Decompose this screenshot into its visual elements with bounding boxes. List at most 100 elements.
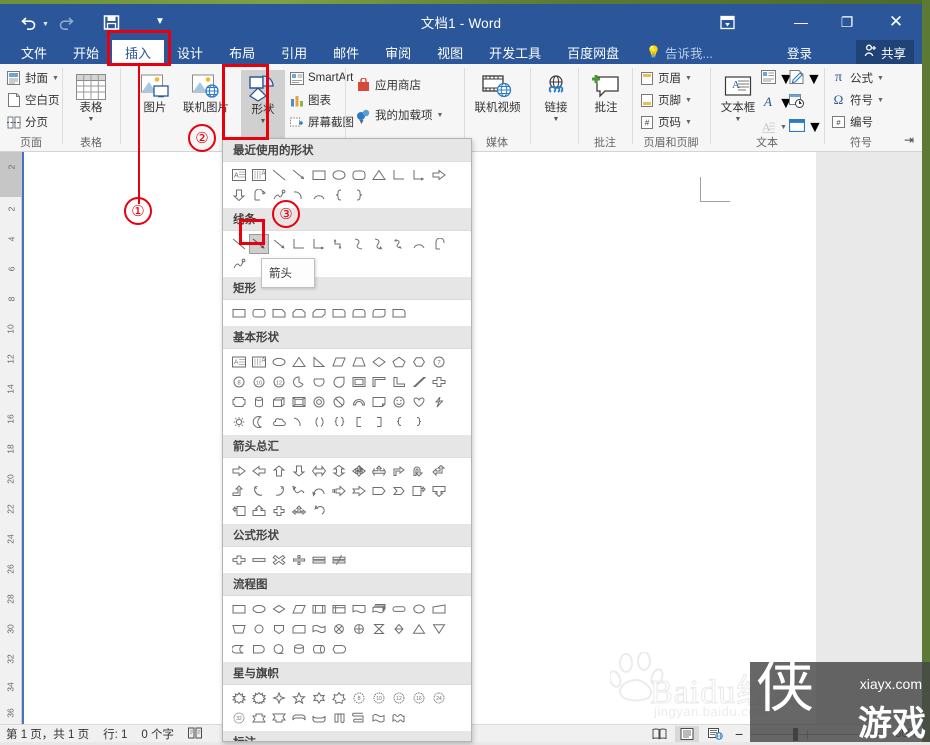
- equation-button[interactable]: π 公式 ▼: [831, 69, 884, 87]
- shapes-caret[interactable]: ▼: [260, 118, 267, 126]
- shape-rect-snip-diagonal[interactable]: [309, 303, 329, 323]
- shape-star-12[interactable]: 12: [389, 688, 409, 708]
- signature-caret[interactable]: ▼: [806, 71, 822, 89]
- shape-chevron[interactable]: [389, 481, 409, 501]
- shape-arrow-tee[interactable]: [369, 461, 389, 481]
- shape-rect-round-single[interactable]: [329, 303, 349, 323]
- shape-arrow-left-up[interactable]: [429, 461, 449, 481]
- shape-donut[interactable]: [309, 392, 329, 412]
- new-comment-button[interactable]: 批注: [582, 70, 630, 115]
- flowchart-manual-input[interactable]: [429, 599, 449, 619]
- tab-mailings[interactable]: 邮件: [320, 40, 372, 64]
- shape-half-frame[interactable]: [369, 372, 389, 392]
- symbol-caret[interactable]: ▼: [877, 97, 884, 104]
- shape-pie[interactable]: [289, 372, 309, 392]
- shape-folded-corner[interactable]: [369, 392, 389, 412]
- shape-explosion-2[interactable]: [249, 688, 269, 708]
- chart-button[interactable]: 图表: [289, 91, 331, 109]
- footer-caret[interactable]: ▼: [685, 97, 692, 104]
- flowchart-or[interactable]: [349, 619, 369, 639]
- shape-up-ribbon[interactable]: [249, 708, 269, 728]
- shape-arrow-notched-right[interactable]: [349, 481, 369, 501]
- cover-page-button[interactable]: 封面 ▼: [6, 69, 59, 87]
- shape-star-24[interactable]: 24: [429, 688, 449, 708]
- shape-heptagon[interactable]: 7: [429, 352, 449, 372]
- tab-baidu-netdisk[interactable]: 百度网盘: [554, 40, 632, 64]
- number-button[interactable]: # 编号: [831, 113, 873, 131]
- flowchart-collate[interactable]: [369, 619, 389, 639]
- shape-right-bracket[interactable]: [369, 412, 389, 432]
- flowchart-decision[interactable]: [269, 599, 289, 619]
- shape-arc[interactable]: [289, 185, 309, 205]
- shape-heart[interactable]: [409, 392, 429, 412]
- shape-curved-down-ribbon[interactable]: [309, 708, 329, 728]
- symbol-button[interactable]: Ω 符号 ▼: [831, 91, 884, 109]
- shape-vertical-scroll[interactable]: [329, 708, 349, 728]
- shape-down-arrow[interactable]: [229, 185, 249, 205]
- shape-down-ribbon[interactable]: [269, 708, 289, 728]
- tab-home[interactable]: 开始: [60, 40, 112, 64]
- shape-curved-up-ribbon[interactable]: [289, 708, 309, 728]
- shape-diagonal-stripe[interactable]: [409, 372, 429, 392]
- word-count-status[interactable]: 0 个字: [141, 726, 174, 742]
- footer-button[interactable]: 页脚 ▼: [639, 91, 692, 109]
- shape-dodecagon[interactable]: 12: [269, 372, 289, 392]
- shape-curve[interactable]: [409, 234, 429, 254]
- tab-insert[interactable]: 插入: [112, 40, 165, 64]
- shape-round-brackets[interactable]: [309, 412, 329, 432]
- close-button[interactable]: ✕: [870, 4, 922, 40]
- flowchart-sort[interactable]: [389, 619, 409, 639]
- shape-elbow-arrow-connector[interactable]: [409, 165, 429, 185]
- share-button[interactable]: 共享: [855, 40, 914, 64]
- shape-circular-arrow[interactable]: [309, 501, 329, 521]
- flowchart-alternate-process[interactable]: [249, 599, 269, 619]
- blank-page-button[interactable]: 空白页: [6, 91, 60, 109]
- tab-developer[interactable]: 开发工具: [476, 40, 554, 64]
- shape-rect-round-same-side[interactable]: [349, 303, 369, 323]
- read-mode-view-button[interactable]: [647, 726, 671, 742]
- shape-ellipse[interactable]: [269, 352, 289, 372]
- shape-quad-arrow-callout[interactable]: [269, 501, 289, 521]
- shape-connector-elbow-double-arrow[interactable]: [329, 234, 349, 254]
- shape-arrow-up[interactable]: [269, 461, 289, 481]
- shape-l-shape[interactable]: [389, 372, 409, 392]
- shape-pentagon[interactable]: [389, 352, 409, 372]
- shape-pentagon-arrow[interactable]: [369, 481, 389, 501]
- shape-star-10[interactable]: 10: [369, 688, 389, 708]
- shape-rounded-rectangle[interactable]: [349, 165, 369, 185]
- shape-rect-snip-round-single[interactable]: [389, 303, 409, 323]
- text-box-button[interactable]: A 文本框 ▼: [714, 70, 762, 123]
- shape-basic-vertical-text[interactable]: A: [249, 352, 269, 372]
- flowchart-manual-operation[interactable]: [229, 619, 249, 639]
- flowchart-predefined-process[interactable]: [309, 599, 329, 619]
- page-number-caret[interactable]: ▼: [685, 119, 692, 126]
- shape-arrow-striped-right[interactable]: [329, 481, 349, 501]
- shape-star-8[interactable]: 8: [349, 688, 369, 708]
- proofing-icon[interactable]: [187, 727, 202, 742]
- flowchart-data[interactable]: [289, 599, 309, 619]
- shape-sun[interactable]: [229, 412, 249, 432]
- shape-curly-braces-pair[interactable]: [329, 412, 349, 432]
- tab-design[interactable]: 设计: [164, 40, 216, 64]
- shape-basic-text-box[interactable]: A: [229, 352, 249, 372]
- shape-star-6[interactable]: [309, 688, 329, 708]
- shape-arc-down[interactable]: [309, 185, 329, 205]
- shape-smiley-face[interactable]: [389, 392, 409, 412]
- shape-teardrop[interactable]: [329, 372, 349, 392]
- shape-up-arrow-callout[interactable]: [249, 501, 269, 521]
- equation-caret[interactable]: ▼: [877, 75, 884, 82]
- shape-curved-arrow[interactable]: [249, 185, 269, 205]
- my-addins-caret[interactable]: ▼: [437, 112, 444, 119]
- flowchart-process[interactable]: [229, 599, 249, 619]
- shape-cloud[interactable]: [269, 412, 289, 432]
- shape-frame[interactable]: [349, 372, 369, 392]
- shape-math-minus[interactable]: [249, 550, 269, 570]
- cover-page-caret[interactable]: ▼: [52, 75, 59, 82]
- shape-cube[interactable]: [269, 392, 289, 412]
- shape-math-equal[interactable]: [309, 550, 329, 570]
- shape-left-arrow-callout[interactable]: [229, 501, 249, 521]
- shape-block-arc[interactable]: [349, 392, 369, 412]
- shape-arrow-curved-down[interactable]: [309, 481, 329, 501]
- shape-rect-rounded[interactable]: [249, 303, 269, 323]
- shape-scribble[interactable]: [229, 254, 249, 274]
